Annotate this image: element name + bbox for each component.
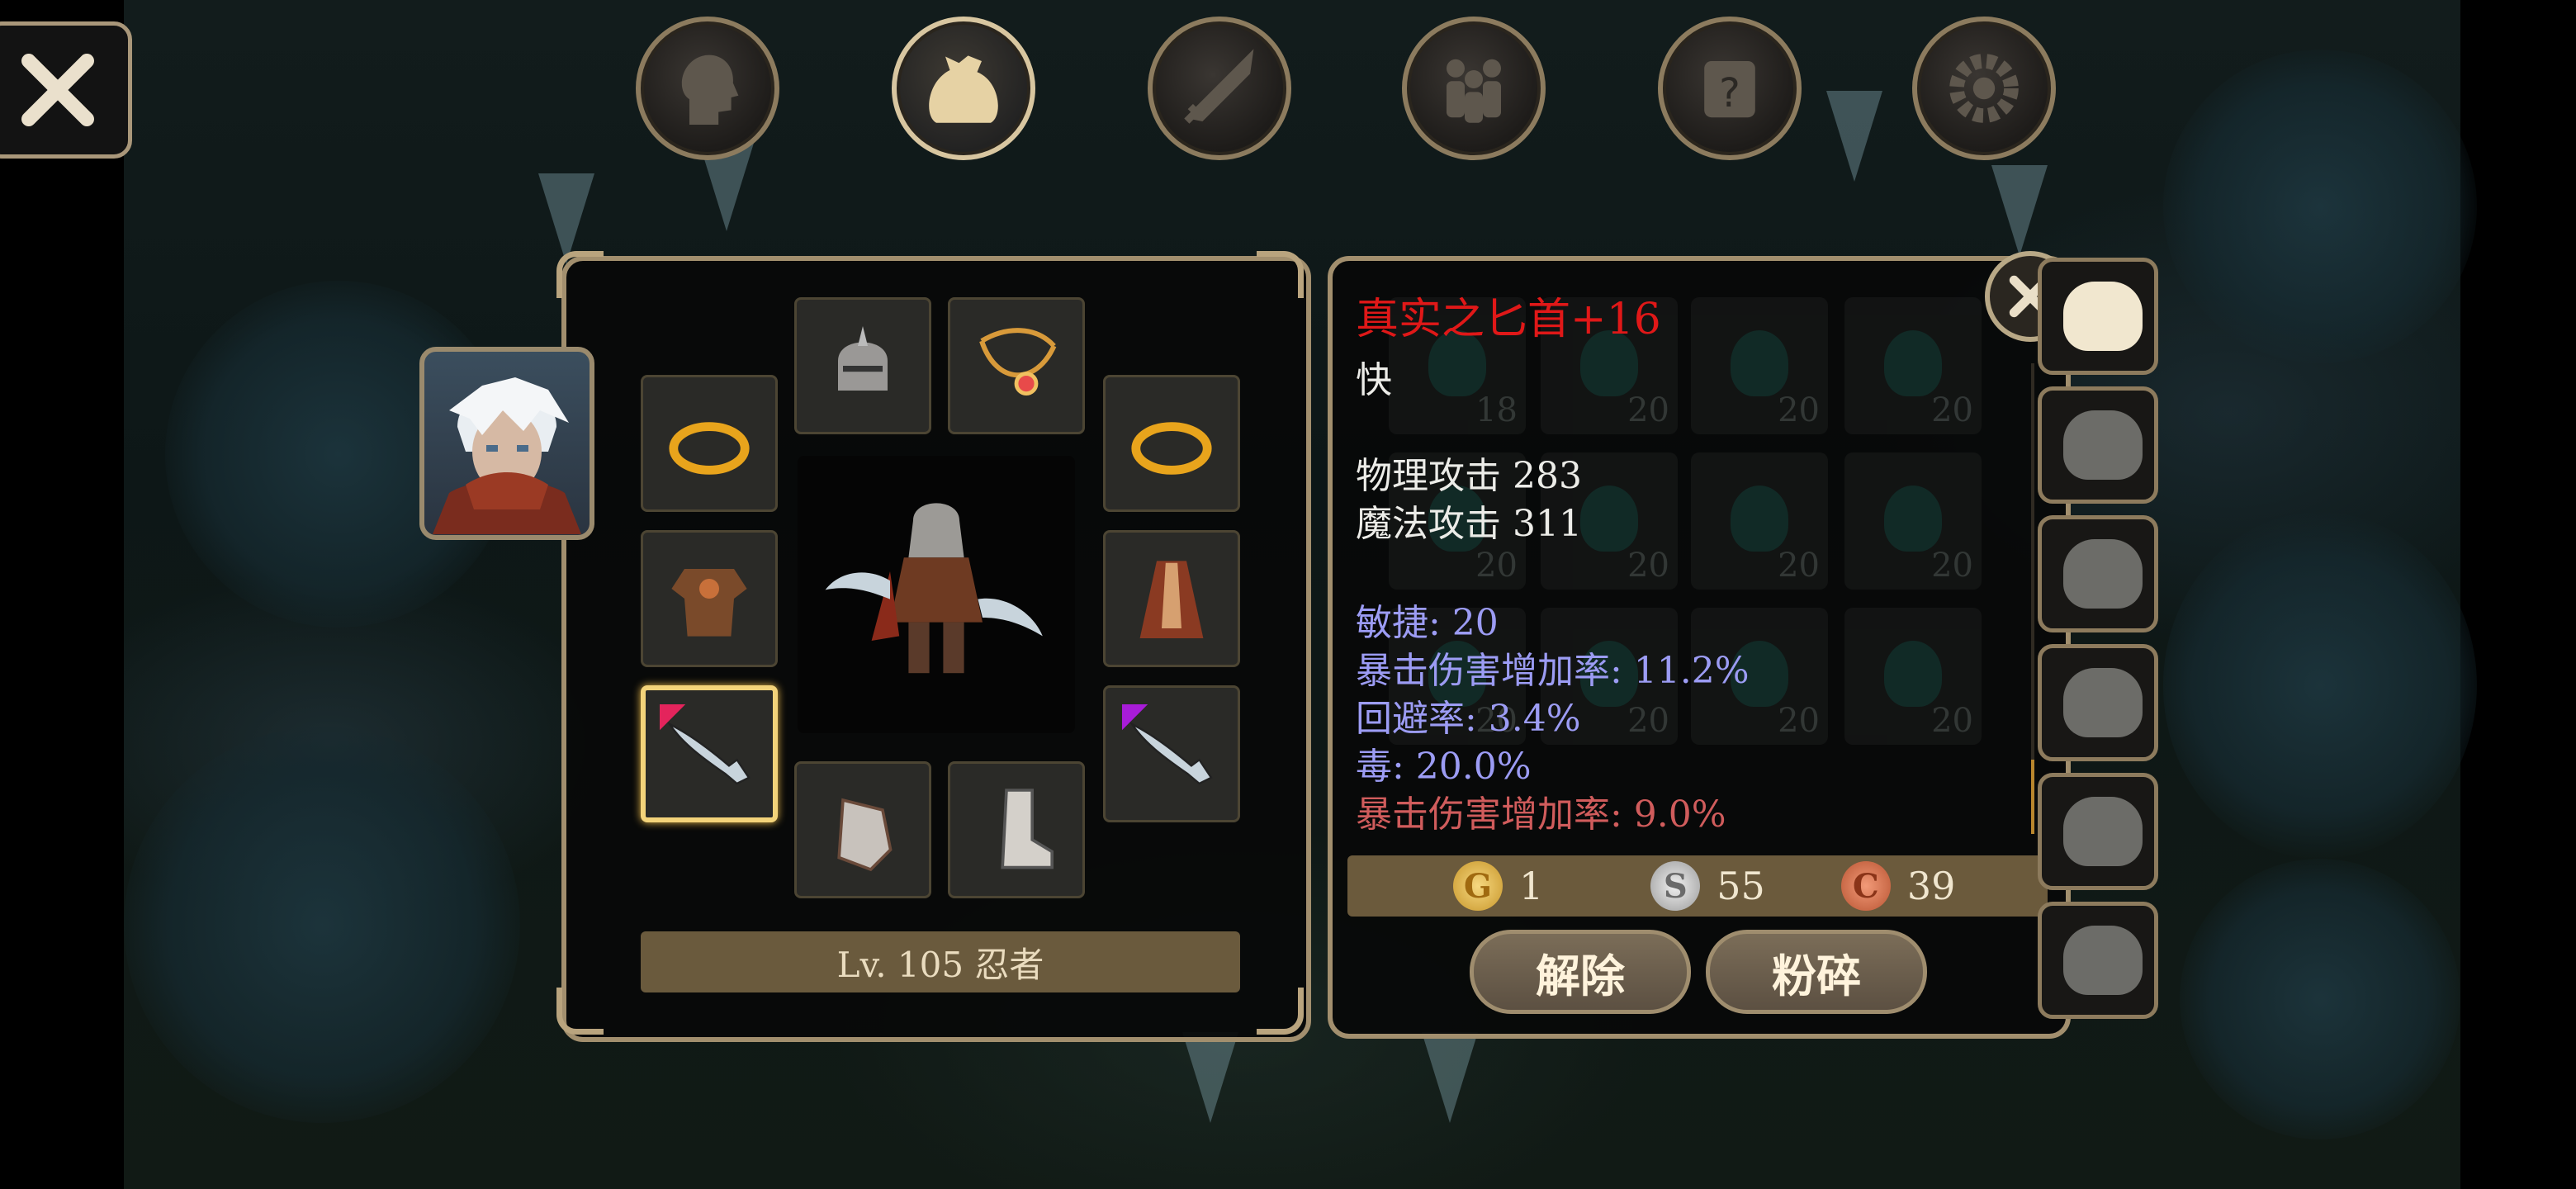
- sell-price-bar: G 1 S 55 C 39: [1347, 855, 2048, 917]
- item-speed: 快: [1356, 359, 1392, 401]
- waterfall-marker: [1182, 1032, 1238, 1123]
- bag-icon: [2063, 539, 2143, 609]
- slot-weapon-off[interactable]: [1103, 685, 1240, 822]
- item-name: 真实之匕首+16: [1356, 295, 1661, 344]
- bag-icon: [2063, 282, 2143, 351]
- character-portrait[interactable]: [419, 347, 594, 540]
- character-preview: [798, 456, 1075, 733]
- helmet-icon: [838, 326, 888, 391]
- waterfall-marker: [1422, 1032, 1478, 1123]
- slot-gloves[interactable]: [794, 761, 931, 898]
- tab-settings[interactable]: [1912, 17, 2056, 160]
- panel-corner: [1257, 251, 1304, 298]
- slot-cloak[interactable]: [1103, 530, 1240, 667]
- forest-tree: [2180, 859, 2460, 1139]
- slot-boots[interactable]: [948, 761, 1085, 898]
- copper-coin-icon: C: [1840, 861, 1891, 911]
- ghost-inventory-slot: 20: [1691, 297, 1828, 434]
- bag-tab-3[interactable]: [2038, 515, 2158, 632]
- head-icon: [681, 54, 739, 125]
- bag-tab-2[interactable]: [2038, 386, 2158, 504]
- gold-amount: G 1: [1453, 861, 1543, 911]
- bag-tab-1[interactable]: [2038, 258, 2158, 375]
- ninja-portrait-icon: [433, 377, 581, 534]
- gauntlet-icon: [837, 798, 893, 872]
- detail-scrollbar[interactable]: [2031, 363, 2034, 834]
- stat-magic-attack: 魔法攻击 311: [1356, 503, 1582, 545]
- panel-corner: [556, 988, 604, 1035]
- bag-tab-5[interactable]: [2038, 773, 2158, 890]
- svg-text:?: ?: [1719, 70, 1740, 116]
- people-icon: [1447, 59, 1501, 123]
- scrollbar-thumb[interactable]: [2031, 760, 2034, 834]
- tab-character[interactable]: [636, 17, 779, 160]
- tab-party[interactable]: [1402, 17, 1546, 160]
- waterfall-marker: [1826, 91, 1882, 182]
- smash-button[interactable]: 粉碎: [1706, 930, 1927, 1014]
- stat-physical-attack: 物理攻击 283: [1356, 455, 1582, 497]
- slot-armor[interactable]: [641, 530, 778, 667]
- forest-tree: [124, 727, 520, 1123]
- ghost-inventory-slot: 20: [1844, 297, 1982, 434]
- gear-icon: [1949, 54, 2019, 123]
- game-screen: ? Lv. 105 忍者 18 20 20 20 20 20 20 20 20 …: [0, 0, 2576, 1189]
- bonus-agility: 敏捷: 20: [1356, 602, 1499, 644]
- penalty-crit-damage: 暴击伤害增加率: 9.0%: [1356, 793, 1726, 836]
- dagger-icon: [660, 704, 751, 785]
- bag-icon: [2063, 668, 2143, 737]
- copper-amount: C 39: [1840, 861, 1955, 911]
- forest-tree: [2163, 50, 2477, 363]
- necklace-icon: [979, 328, 1057, 396]
- ring-icon: [669, 422, 750, 475]
- bonus-poison: 毒: 20.0%: [1356, 746, 1532, 788]
- tab-skills[interactable]: [1148, 17, 1291, 160]
- bag-icon: [2063, 410, 2143, 480]
- forest-tree: [2163, 512, 2477, 859]
- right-letterbox: [2460, 0, 2576, 1189]
- ghost-inventory-slot: 20: [1691, 452, 1828, 590]
- ghost-inventory-slot: 20: [1844, 452, 1982, 590]
- bag-tab-4[interactable]: [2038, 644, 2158, 761]
- bag-icon: [929, 55, 998, 123]
- left-letterbox: [0, 0, 124, 1189]
- ghost-inventory-slot: 20: [1844, 608, 1982, 745]
- bonus-crit-damage: 暴击伤害增加率: 11.2%: [1356, 650, 1750, 692]
- tab-inventory[interactable]: [892, 17, 1035, 160]
- slot-helmet[interactable]: [794, 297, 931, 434]
- bag-tab-quest[interactable]: [2038, 902, 2158, 1019]
- close-menu-button[interactable]: [0, 21, 132, 159]
- panel-corner: [1257, 988, 1304, 1035]
- level-class-label: Lv. 105 忍者: [641, 931, 1240, 992]
- panel-corner: [556, 251, 604, 298]
- slot-necklace[interactable]: [948, 297, 1085, 434]
- bonus-evasion: 回避率: 3.4%: [1356, 698, 1581, 740]
- ring-icon: [1131, 422, 1212, 475]
- cloak-icon: [1139, 561, 1204, 638]
- unequip-button[interactable]: 解除: [1470, 930, 1691, 1014]
- bag-icon: [2063, 797, 2143, 866]
- gold-coin-icon: G: [1453, 861, 1503, 911]
- sword-icon: [1184, 49, 1254, 124]
- slot-weapon-main[interactable]: [641, 685, 778, 822]
- silver-amount: S 55: [1650, 861, 1765, 911]
- quest-bag-icon: [2063, 926, 2143, 995]
- scroll-icon: ?: [1704, 61, 1755, 118]
- ninja-sprite-icon: [825, 503, 1043, 674]
- tab-quests[interactable]: ?: [1658, 17, 1802, 160]
- close-icon: [21, 54, 94, 126]
- waterfall-marker: [1991, 165, 2048, 256]
- slot-ring-left[interactable]: [641, 375, 778, 512]
- dagger-icon: [1122, 704, 1213, 785]
- slot-ring-right[interactable]: [1103, 375, 1240, 512]
- silver-coin-icon: S: [1650, 861, 1701, 911]
- boots-icon: [1001, 789, 1054, 869]
- armor-icon: [671, 569, 747, 637]
